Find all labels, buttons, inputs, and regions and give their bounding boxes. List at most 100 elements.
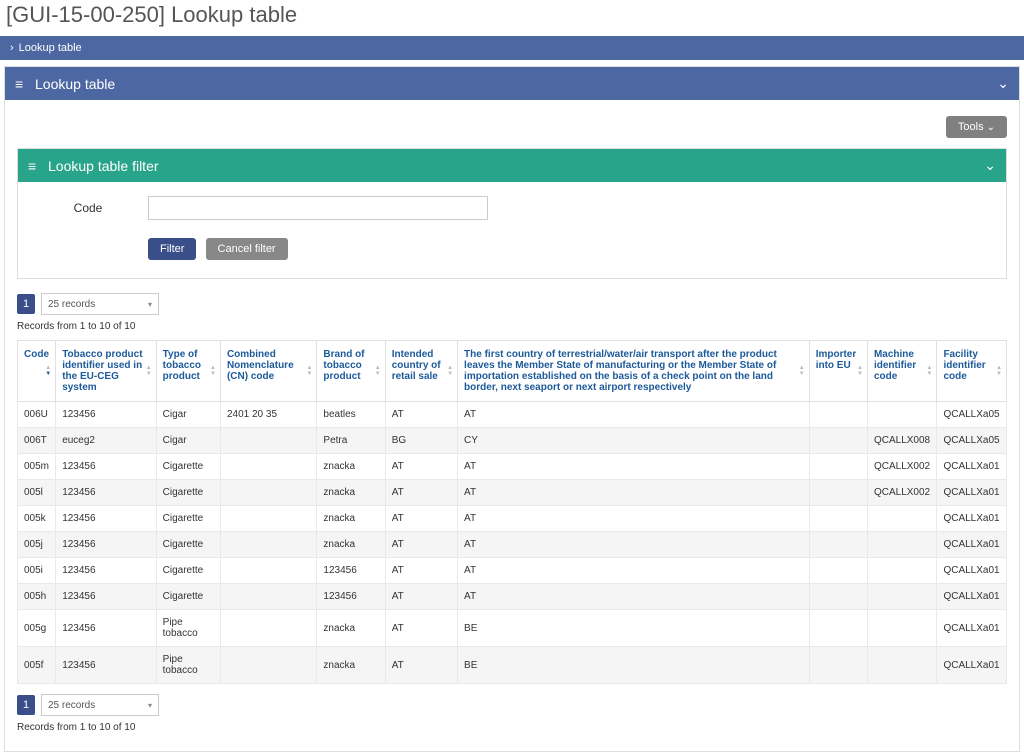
cell-first: AT	[458, 454, 810, 480]
col-header-first[interactable]: The first country of terrestrial/water/a…	[458, 341, 810, 402]
table-row[interactable]: 005k123456CigaretteznackaATATQCALLXa01	[18, 506, 1007, 532]
pager-page-1-bottom[interactable]: 1	[17, 695, 35, 715]
cell-facility: QCALLXa01	[937, 506, 1007, 532]
col-header-type[interactable]: Type of tobacco product▲▼	[156, 341, 220, 402]
chevron-down-icon[interactable]: ⌄	[997, 75, 1009, 92]
cell-machine	[867, 647, 936, 684]
cell-tpi: 123456	[56, 584, 156, 610]
filter-button[interactable]: Filter	[148, 238, 196, 260]
cell-facility: QCALLXa01	[937, 610, 1007, 647]
breadcrumb-item[interactable]: Lookup table	[19, 42, 82, 54]
cell-importer	[809, 610, 867, 647]
cell-brand: beatles	[317, 402, 385, 428]
cell-facility: QCALLXa01	[937, 454, 1007, 480]
cell-country: AT	[385, 584, 457, 610]
cell-country: AT	[385, 610, 457, 647]
cell-importer	[809, 480, 867, 506]
cell-brand: 123456	[317, 584, 385, 610]
cell-type: Cigarette	[156, 532, 220, 558]
cell-country: BG	[385, 428, 457, 454]
table-row[interactable]: 005m123456CigaretteznackaATATQCALLX002QC…	[18, 454, 1007, 480]
cell-brand: znacka	[317, 532, 385, 558]
cell-first: AT	[458, 480, 810, 506]
table-row[interactable]: 005h123456Cigarette123456ATATQCALLXa01	[18, 584, 1007, 610]
cell-first: AT	[458, 402, 810, 428]
cell-first: AT	[458, 584, 810, 610]
cell-country: AT	[385, 647, 457, 684]
cell-code: 005m	[18, 454, 56, 480]
cell-first: AT	[458, 532, 810, 558]
cell-first: AT	[458, 506, 810, 532]
col-header-importer[interactable]: Importer into EU▲▼	[809, 341, 867, 402]
cell-country: AT	[385, 480, 457, 506]
cell-type: Cigarette	[156, 558, 220, 584]
cell-facility: QCALLXa01	[937, 647, 1007, 684]
cell-tpi: 123456	[56, 402, 156, 428]
cell-type: Pipe tobacco	[156, 647, 220, 684]
menu-icon[interactable]	[28, 158, 42, 174]
cell-tpi: euceg2	[56, 428, 156, 454]
cell-tpi: 123456	[56, 532, 156, 558]
table-row[interactable]: 005i123456Cigarette123456ATATQCALLXa01	[18, 558, 1007, 584]
cell-importer	[809, 532, 867, 558]
col-header-facility[interactable]: Facility identifier code▲▼	[937, 341, 1007, 402]
cell-cn	[220, 532, 316, 558]
cell-machine	[867, 506, 936, 532]
cell-machine	[867, 584, 936, 610]
cell-tpi: 123456	[56, 610, 156, 647]
col-header-cn[interactable]: Combined Nomenclature (CN) code▲▼	[220, 341, 316, 402]
tools-button[interactable]: Tools	[946, 116, 1007, 138]
cell-country: AT	[385, 532, 457, 558]
cell-importer	[809, 428, 867, 454]
col-header-code[interactable]: Code▲▼	[18, 341, 56, 402]
cell-code: 005f	[18, 647, 56, 684]
page-size-select-bottom[interactable]: 25 records	[41, 694, 159, 716]
cell-machine	[867, 532, 936, 558]
col-header-country[interactable]: Intended country of retail sale▲▼	[385, 341, 457, 402]
table-row[interactable]: 006Teuceg2CigarPetraBGCYQCALLX008QCALLXa…	[18, 428, 1007, 454]
cell-type: Cigarette	[156, 480, 220, 506]
cell-facility: QCALLXa01	[937, 532, 1007, 558]
cell-country: AT	[385, 558, 457, 584]
lookup-table: Code▲▼ Tobacco product identifier used i…	[17, 340, 1007, 684]
cell-first: AT	[458, 558, 810, 584]
pager-page-1[interactable]: 1	[17, 294, 35, 314]
cell-code: 005l	[18, 480, 56, 506]
cell-brand: znacka	[317, 610, 385, 647]
breadcrumb: › Lookup table	[0, 36, 1024, 60]
cell-type: Cigarette	[156, 506, 220, 532]
cell-type: Cigar	[156, 402, 220, 428]
records-info-bottom: Records from 1 to 10 of 10	[11, 720, 1013, 741]
col-header-tpi[interactable]: Tobacco product identifier used in the E…	[56, 341, 156, 402]
code-input[interactable]	[148, 196, 488, 220]
page-size-select[interactable]: 25 records	[41, 293, 159, 315]
cancel-filter-button[interactable]: Cancel filter	[206, 238, 288, 260]
table-row[interactable]: 005f123456Pipe tobaccoznackaATBEQCALLXa0…	[18, 647, 1007, 684]
cell-machine	[867, 558, 936, 584]
cell-country: AT	[385, 454, 457, 480]
cell-brand: znacka	[317, 506, 385, 532]
cell-brand: 123456	[317, 558, 385, 584]
table-row[interactable]: 005g123456Pipe tobaccoznackaATBEQCALLXa0…	[18, 610, 1007, 647]
cell-brand: znacka	[317, 454, 385, 480]
cell-brand: znacka	[317, 647, 385, 684]
page-title: [GUI-15-00-250] Lookup table	[0, 0, 1024, 36]
filter-panel: Lookup table filter ⌄ Code Filter Cancel…	[17, 148, 1007, 279]
cell-first: BE	[458, 647, 810, 684]
col-header-brand[interactable]: Brand of tobacco product▲▼	[317, 341, 385, 402]
cell-importer	[809, 402, 867, 428]
cell-country: AT	[385, 506, 457, 532]
chevron-down-icon[interactable]: ⌄	[984, 157, 996, 174]
cell-cn	[220, 558, 316, 584]
cell-importer	[809, 506, 867, 532]
table-row[interactable]: 006U123456Cigar2401 20 35beatlesATATQCAL…	[18, 402, 1007, 428]
menu-icon[interactable]	[15, 76, 29, 92]
cell-tpi: 123456	[56, 558, 156, 584]
col-header-machine[interactable]: Machine identifier code▲▼	[867, 341, 936, 402]
table-row[interactable]: 005l123456CigaretteznackaATATQCALLX002QC…	[18, 480, 1007, 506]
cell-machine	[867, 402, 936, 428]
cell-cn	[220, 647, 316, 684]
cell-importer	[809, 558, 867, 584]
records-info-top: Records from 1 to 10 of 10	[11, 319, 1013, 340]
table-row[interactable]: 005j123456CigaretteznackaATATQCALLXa01	[18, 532, 1007, 558]
